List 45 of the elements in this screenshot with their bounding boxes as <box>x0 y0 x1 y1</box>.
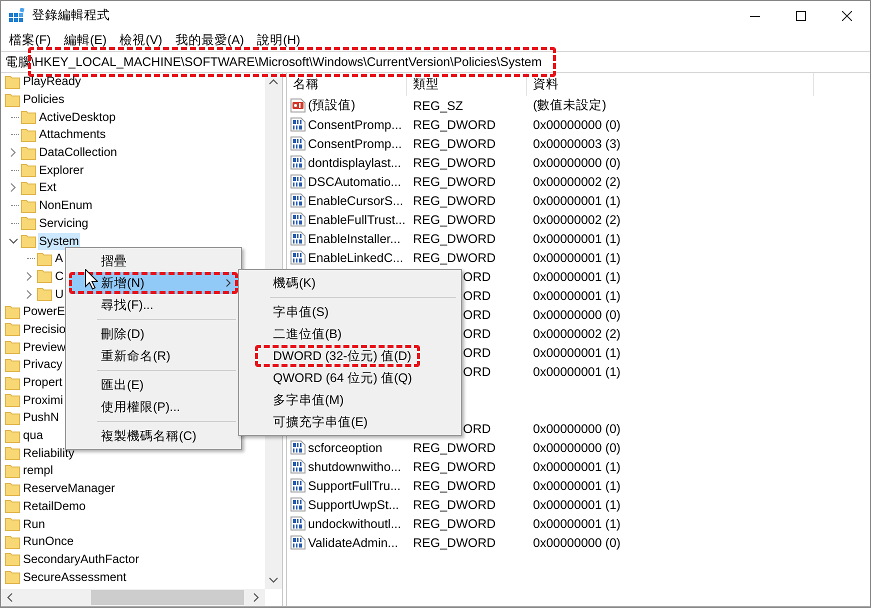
table-cell: REG_DWORD <box>413 460 496 474</box>
table-cell: 0x00000001 (1) <box>533 498 621 512</box>
table-cell: 0x00000000 (0) <box>533 536 621 550</box>
table-cell: 0x00000000 (0) <box>533 156 621 170</box>
table-cell: REG_DWORD <box>413 516 496 530</box>
table-cell: 0x00000001 (1) <box>533 516 621 530</box>
table-cell: REG_DWORD <box>413 478 496 492</box>
table-cell: 0x00000003 (3) <box>533 136 621 150</box>
table-cell: REG_DWORD <box>413 174 496 188</box>
table-cell: 0x00000002 (2) <box>533 212 621 226</box>
table-cell: ORD <box>463 422 491 436</box>
table-cell: ORD <box>463 346 491 360</box>
table-cell: ORD <box>463 308 491 322</box>
table-cell: 0x00000001 (1) <box>533 460 621 474</box>
table-cell: REG_DWORD <box>413 136 496 150</box>
table-cell: REG_DWORD <box>413 498 496 512</box>
table-cell: ORD <box>463 270 491 284</box>
table-cell: 0x00000001 (1) <box>533 250 621 264</box>
table-cell: REG_DWORD <box>413 232 496 246</box>
table-cell: REG_DWORD <box>413 212 496 226</box>
table-cell: 0x00000001 (1) <box>533 346 621 360</box>
table-cell: REG_SZ <box>413 98 464 112</box>
table-cell: ORD <box>463 288 491 302</box>
table-cell: REG_DWORD <box>413 440 496 454</box>
table-cell: REG_DWORD <box>413 536 496 550</box>
table-cell: 0x00000000 (0) <box>533 308 621 322</box>
table-cell: 0x00000002 (2) <box>533 174 621 188</box>
table-cell: 0x00000001 (1) <box>533 194 621 208</box>
table-cell: REG_DWORD <box>413 156 496 170</box>
table-cell: REG_DWORD <box>413 118 496 132</box>
table-cell: ORD <box>463 326 491 340</box>
table-cell: 0x00000001 (1) <box>533 364 621 378</box>
table-cell: 0x00000001 (1) <box>533 288 621 302</box>
table-cell: ORD <box>463 364 491 378</box>
window-title: 登錄編輯程式 <box>32 7 110 24</box>
table-cell: (數值未設定) <box>533 97 606 114</box>
table-cell: 0x00000000 (0) <box>533 422 621 436</box>
table-cell: 0x00000001 (1) <box>533 478 621 492</box>
table-cell: 0x00000001 (1) <box>533 232 621 246</box>
table-cell: 0x00000002 (2) <box>533 326 621 340</box>
table-cell: 0x00000000 (0) <box>533 440 621 454</box>
table-cell: REG_DWORD <box>413 194 496 208</box>
table-cell: REG_DWORD <box>413 250 496 264</box>
table-cell: 0x00000000 (0) <box>533 118 621 132</box>
table-cell: 0x00000001 (1) <box>533 270 621 284</box>
